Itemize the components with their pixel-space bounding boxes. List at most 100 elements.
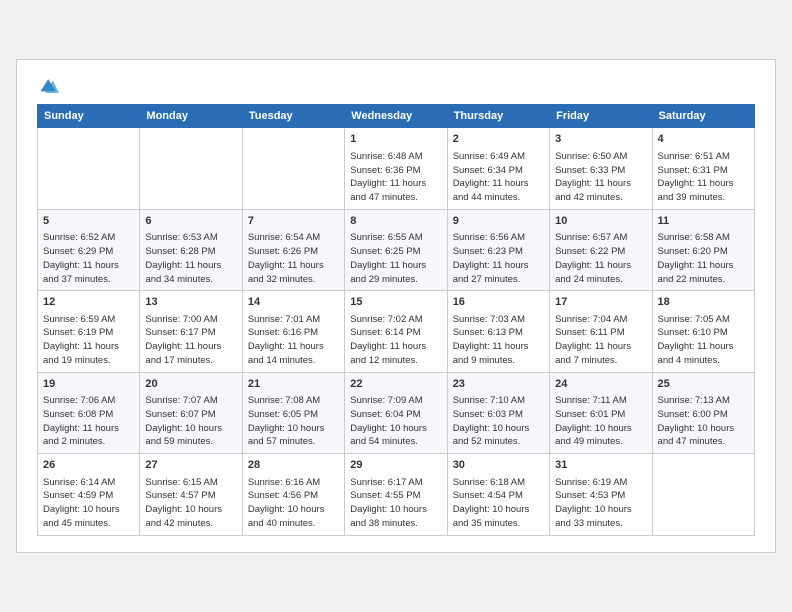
day-number: 9 bbox=[453, 214, 544, 229]
day-number: 29 bbox=[350, 458, 441, 473]
day-info: Sunrise: 6:16 AM Sunset: 4:56 PM Dayligh… bbox=[248, 476, 339, 531]
day-number: 21 bbox=[248, 377, 339, 392]
logo bbox=[37, 76, 65, 96]
day-info: Sunrise: 6:58 AM Sunset: 6:20 PM Dayligh… bbox=[658, 231, 749, 286]
day-number: 23 bbox=[453, 377, 544, 392]
week-row-1: 1 Sunrise: 6:48 AM Sunset: 6:36 PM Daylig… bbox=[38, 128, 755, 209]
day-number: 17 bbox=[555, 295, 646, 310]
logo-icon bbox=[37, 76, 61, 96]
day-cell: 28 Sunrise: 6:16 AM Sunset: 4:56 PM Dayli… bbox=[242, 454, 344, 535]
day-number: 7 bbox=[248, 214, 339, 229]
week-row-2: 5Sunrise: 6:52 AM Sunset: 6:29 PM Daylig… bbox=[38, 209, 755, 290]
day-info: Sunrise: 6:55 AM Sunset: 6:25 PM Dayligh… bbox=[350, 231, 441, 286]
day-info: Sunrise: 6:54 AM Sunset: 6:26 PM Dayligh… bbox=[248, 231, 339, 286]
day-cell: 22 Sunrise: 7:09 AM Sunset: 6:04 PM Dayli… bbox=[345, 372, 447, 453]
day-info: Sunrise: 7:02 AM Sunset: 6:14 PM Dayligh… bbox=[350, 313, 441, 368]
day-number: 1 bbox=[350, 132, 441, 147]
day-info: Sunrise: 7:01 AM Sunset: 6:16 PM Dayligh… bbox=[248, 313, 339, 368]
day-cell: 13 Sunrise: 7:00 AM Sunset: 6:17 PM Dayli… bbox=[140, 291, 242, 372]
weekday-header-friday: Friday bbox=[550, 105, 652, 128]
day-info: Sunrise: 6:59 AM Sunset: 6:19 PM Dayligh… bbox=[43, 313, 134, 368]
day-number: 18 bbox=[658, 295, 749, 310]
day-info: Sunrise: 6:53 AM Sunset: 6:28 PM Dayligh… bbox=[145, 231, 236, 286]
day-cell: 4Sunrise: 6:51 AM Sunset: 6:31 PM Daylig… bbox=[652, 128, 754, 209]
day-cell: 26Sunrise: 6:14 AM Sunset: 4:59 PM Dayli… bbox=[38, 454, 140, 535]
day-number: 28 bbox=[248, 458, 339, 473]
day-number: 20 bbox=[145, 377, 236, 392]
day-cell: 16Sunrise: 7:03 AM Sunset: 6:13 PM Dayli… bbox=[447, 291, 549, 372]
day-cell: 12 Sunrise: 6:59 AM Sunset: 6:19 PM Dayli… bbox=[38, 291, 140, 372]
week-row-5: 26Sunrise: 6:14 AM Sunset: 4:59 PM Dayli… bbox=[38, 454, 755, 535]
day-info: Sunrise: 6:49 AM Sunset: 6:34 PM Dayligh… bbox=[453, 150, 544, 205]
day-cell: 11 Sunrise: 6:58 AM Sunset: 6:20 PM Dayli… bbox=[652, 209, 754, 290]
calendar-table: SundayMondayTuesdayWednesdayThursdayFrid… bbox=[37, 104, 755, 535]
day-cell: 14 Sunrise: 7:01 AM Sunset: 6:16 PM Dayli… bbox=[242, 291, 344, 372]
day-info: Sunrise: 7:06 AM Sunset: 6:08 PM Dayligh… bbox=[43, 394, 134, 449]
day-info: Sunrise: 7:09 AM Sunset: 6:04 PM Dayligh… bbox=[350, 394, 441, 449]
day-number: 24 bbox=[555, 377, 646, 392]
day-info: Sunrise: 6:14 AM Sunset: 4:59 PM Dayligh… bbox=[43, 476, 134, 531]
day-number: 11 bbox=[658, 214, 749, 229]
day-cell: 31 Sunrise: 6:19 AM Sunset: 4:53 PM Dayli… bbox=[550, 454, 652, 535]
day-info: Sunrise: 6:19 AM Sunset: 4:53 PM Dayligh… bbox=[555, 476, 646, 531]
day-info: Sunrise: 7:04 AM Sunset: 6:11 PM Dayligh… bbox=[555, 313, 646, 368]
day-number: 12 bbox=[43, 295, 134, 310]
day-cell: 5Sunrise: 6:52 AM Sunset: 6:29 PM Daylig… bbox=[38, 209, 140, 290]
day-cell bbox=[242, 128, 344, 209]
day-cell: 21 Sunrise: 7:08 AM Sunset: 6:05 PM Dayli… bbox=[242, 372, 344, 453]
day-number: 14 bbox=[248, 295, 339, 310]
day-cell: 19Sunrise: 7:06 AM Sunset: 6:08 PM Dayli… bbox=[38, 372, 140, 453]
day-info: Sunrise: 7:13 AM Sunset: 6:00 PM Dayligh… bbox=[658, 394, 749, 449]
day-info: Sunrise: 6:56 AM Sunset: 6:23 PM Dayligh… bbox=[453, 231, 544, 286]
day-info: Sunrise: 6:15 AM Sunset: 4:57 PM Dayligh… bbox=[145, 476, 236, 531]
day-cell: 2Sunrise: 6:49 AM Sunset: 6:34 PM Daylig… bbox=[447, 128, 549, 209]
day-cell: 1 Sunrise: 6:48 AM Sunset: 6:36 PM Daylig… bbox=[345, 128, 447, 209]
header bbox=[37, 76, 755, 96]
day-info: Sunrise: 7:00 AM Sunset: 6:17 PM Dayligh… bbox=[145, 313, 236, 368]
day-number: 5 bbox=[43, 214, 134, 229]
day-info: Sunrise: 7:10 AM Sunset: 6:03 PM Dayligh… bbox=[453, 394, 544, 449]
day-info: Sunrise: 7:03 AM Sunset: 6:13 PM Dayligh… bbox=[453, 313, 544, 368]
day-info: Sunrise: 6:50 AM Sunset: 6:33 PM Dayligh… bbox=[555, 150, 646, 205]
day-number: 15 bbox=[350, 295, 441, 310]
day-info: Sunrise: 6:18 AM Sunset: 4:54 PM Dayligh… bbox=[453, 476, 544, 531]
day-cell: 27 Sunrise: 6:15 AM Sunset: 4:57 PM Dayli… bbox=[140, 454, 242, 535]
day-cell: 7 Sunrise: 6:54 AM Sunset: 6:26 PM Daylig… bbox=[242, 209, 344, 290]
day-info: Sunrise: 7:05 AM Sunset: 6:10 PM Dayligh… bbox=[658, 313, 749, 368]
week-row-3: 12 Sunrise: 6:59 AM Sunset: 6:19 PM Dayli… bbox=[38, 291, 755, 372]
day-cell: 23 Sunrise: 7:10 AM Sunset: 6:03 PM Dayli… bbox=[447, 372, 549, 453]
day-number: 25 bbox=[658, 377, 749, 392]
day-cell: 25 Sunrise: 7:13 AM Sunset: 6:00 PM Dayli… bbox=[652, 372, 754, 453]
day-cell: 24 Sunrise: 7:11 AM Sunset: 6:01 PM Dayli… bbox=[550, 372, 652, 453]
day-cell: 3 Sunrise: 6:50 AM Sunset: 6:33 PM Daylig… bbox=[550, 128, 652, 209]
day-cell: 10Sunrise: 6:57 AM Sunset: 6:22 PM Dayli… bbox=[550, 209, 652, 290]
day-number: 13 bbox=[145, 295, 236, 310]
day-info: Sunrise: 6:51 AM Sunset: 6:31 PM Dayligh… bbox=[658, 150, 749, 205]
day-number: 31 bbox=[555, 458, 646, 473]
calendar-container: SundayMondayTuesdayWednesdayThursdayFrid… bbox=[16, 59, 776, 552]
day-cell: 18 Sunrise: 7:05 AM Sunset: 6:10 PM Dayli… bbox=[652, 291, 754, 372]
day-number: 27 bbox=[145, 458, 236, 473]
day-cell bbox=[652, 454, 754, 535]
day-number: 3 bbox=[555, 132, 646, 147]
day-cell: 29 Sunrise: 6:17 AM Sunset: 4:55 PM Dayli… bbox=[345, 454, 447, 535]
week-row-4: 19Sunrise: 7:06 AM Sunset: 6:08 PM Dayli… bbox=[38, 372, 755, 453]
day-number: 6 bbox=[145, 214, 236, 229]
day-info: Sunrise: 7:11 AM Sunset: 6:01 PM Dayligh… bbox=[555, 394, 646, 449]
day-info: Sunrise: 6:17 AM Sunset: 4:55 PM Dayligh… bbox=[350, 476, 441, 531]
day-cell: 20 Sunrise: 7:07 AM Sunset: 6:07 PM Dayli… bbox=[140, 372, 242, 453]
day-number: 22 bbox=[350, 377, 441, 392]
day-info: Sunrise: 6:48 AM Sunset: 6:36 PM Dayligh… bbox=[350, 150, 441, 205]
weekday-header-wednesday: Wednesday bbox=[345, 105, 447, 128]
weekday-header-saturday: Saturday bbox=[652, 105, 754, 128]
day-cell bbox=[38, 128, 140, 209]
weekday-header-monday: Monday bbox=[140, 105, 242, 128]
day-cell bbox=[140, 128, 242, 209]
weekday-header-tuesday: Tuesday bbox=[242, 105, 344, 128]
weekday-header-row: SundayMondayTuesdayWednesdayThursdayFrid… bbox=[38, 105, 755, 128]
day-info: Sunrise: 7:07 AM Sunset: 6:07 PM Dayligh… bbox=[145, 394, 236, 449]
day-info: Sunrise: 6:57 AM Sunset: 6:22 PM Dayligh… bbox=[555, 231, 646, 286]
day-info: Sunrise: 7:08 AM Sunset: 6:05 PM Dayligh… bbox=[248, 394, 339, 449]
day-number: 8 bbox=[350, 214, 441, 229]
weekday-header-thursday: Thursday bbox=[447, 105, 549, 128]
